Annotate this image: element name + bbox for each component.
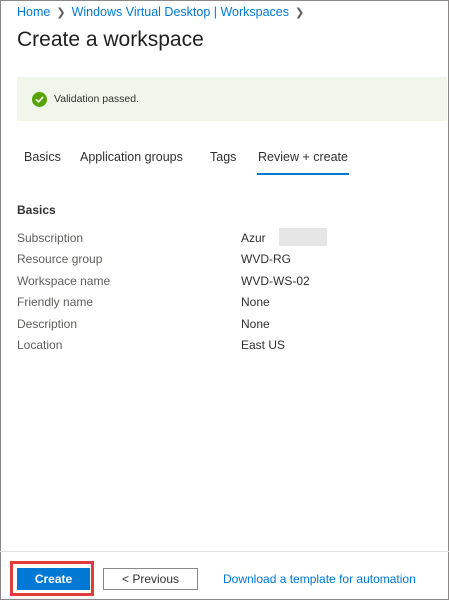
summary-value: None (241, 295, 270, 309)
breadcrumb: Home ❯ Windows Virtual Desktop | Workspa… (17, 5, 310, 19)
previous-button[interactable]: < Previous (103, 568, 198, 590)
chevron-right-icon: ❯ (56, 6, 66, 19)
tab-basics[interactable]: Basics (24, 150, 61, 173)
section-heading-basics: Basics (17, 203, 56, 217)
checkmark-circle-icon (32, 91, 47, 107)
summary-value: Azur (241, 231, 266, 245)
summary-value: East US (241, 338, 286, 352)
footer-divider (0, 551, 449, 552)
redacted-block (279, 228, 327, 246)
summary-value: WVD-WS-02 (241, 274, 310, 288)
summary-label: Location (17, 338, 63, 352)
validation-banner: Validation passed. (17, 77, 447, 121)
summary-value: WVD-RG (241, 252, 291, 266)
summary-row-location: Location East US (17, 338, 437, 356)
summary-label: Workspace name (17, 274, 111, 288)
summary-label: Description (17, 317, 78, 331)
summary-label: Resource group (17, 252, 103, 266)
summary-row-workspace-name: Workspace name WVD-WS-02 (17, 274, 437, 292)
breadcrumb-home-link[interactable]: Home (17, 5, 50, 19)
tab-review-create[interactable]: Review + create (257, 150, 349, 175)
summary-row-resource-group: Resource group WVD-RG (17, 252, 437, 270)
summary-label: Subscription (17, 231, 84, 245)
page-title: Create a workspace (17, 28, 204, 51)
validation-message: Validation passed. (54, 93, 140, 105)
summary-row-description: Description None (17, 317, 437, 335)
summary-value: None (241, 317, 270, 331)
tab-application-groups[interactable]: Application groups (80, 150, 183, 173)
chevron-right-icon: ❯ (295, 6, 305, 19)
summary-label: Friendly name (17, 295, 94, 309)
download-template-link[interactable]: Download a template for automation (223, 572, 416, 586)
summary-row-subscription: Subscription Azur (17, 228, 437, 249)
create-button[interactable]: Create (17, 568, 90, 590)
breadcrumb-workspaces-link[interactable]: Windows Virtual Desktop | Workspaces (72, 5, 289, 19)
summary-row-friendly-name: Friendly name None (17, 295, 437, 313)
tab-tags[interactable]: Tags (210, 150, 236, 173)
wizard-tabs: Basics Application groups Tags Review + … (17, 150, 449, 175)
